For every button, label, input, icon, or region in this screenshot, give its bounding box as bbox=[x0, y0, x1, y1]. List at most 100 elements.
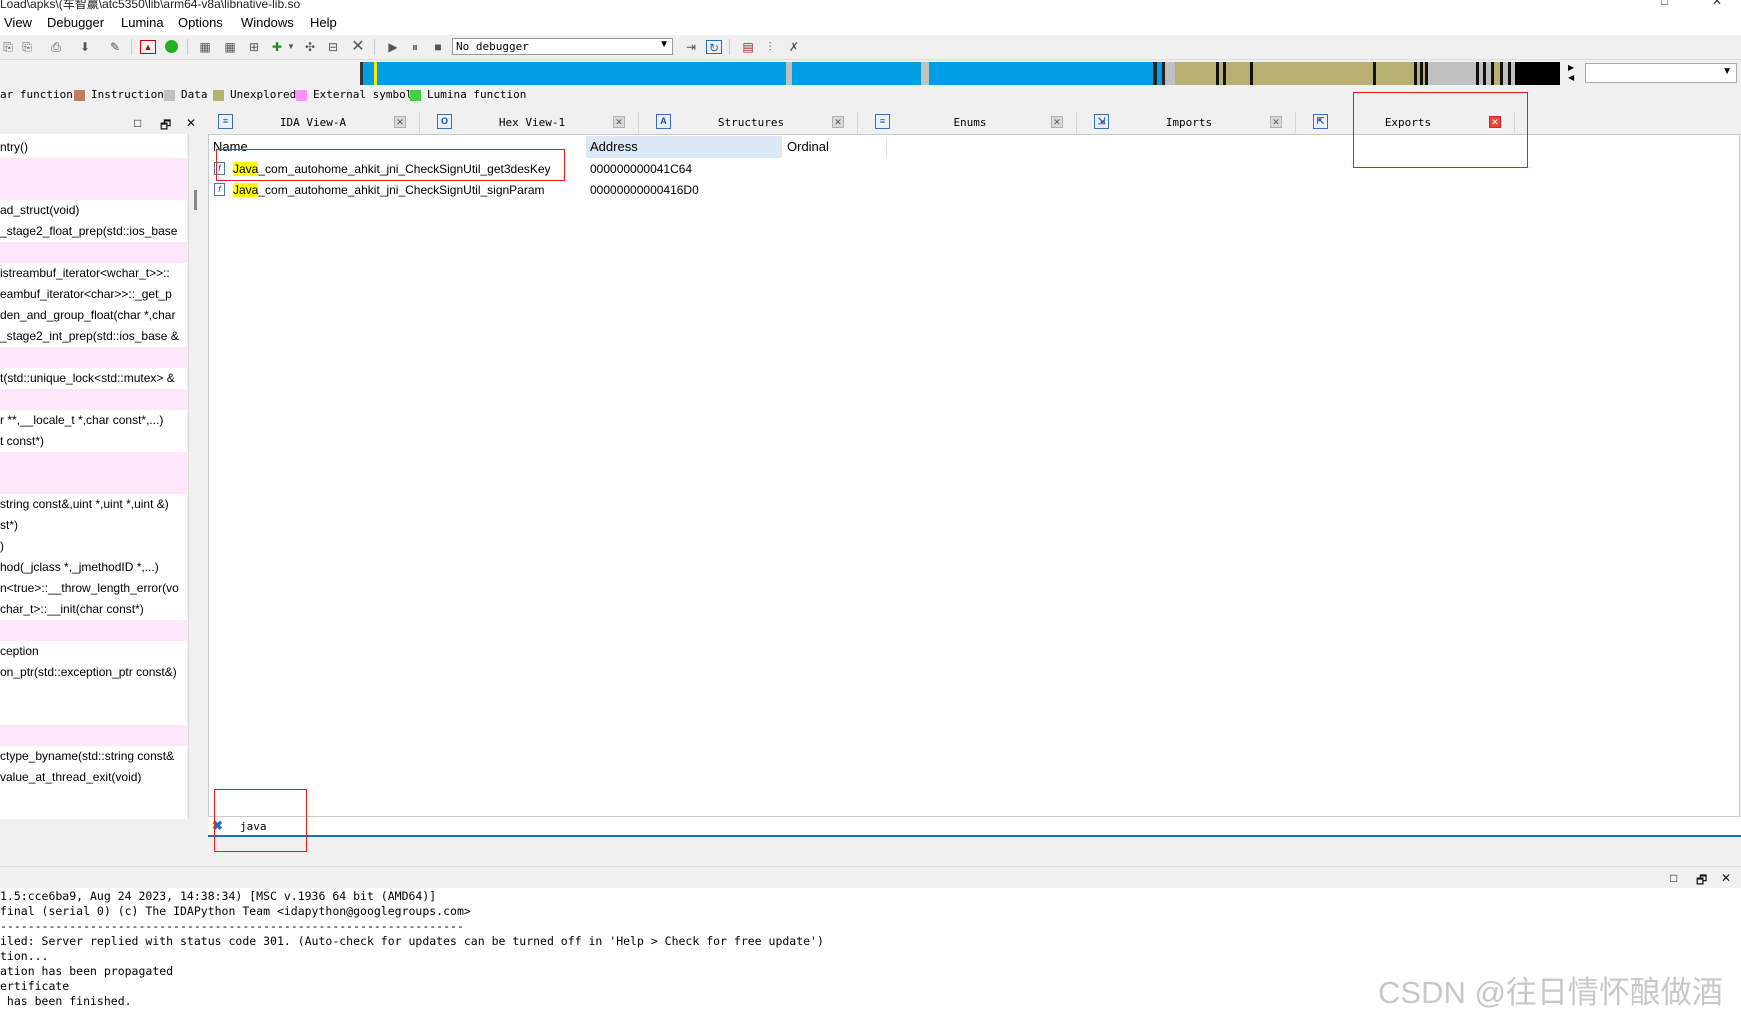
function-row[interactable]: den_and_group_float(char *,char bbox=[0, 305, 187, 326]
function-row[interactable]: value_at_thread_exit(void) bbox=[0, 767, 187, 788]
edit-icon[interactable]: ⊟ bbox=[325, 40, 341, 54]
tab-enums[interactable]: ≡ Enums ✕ bbox=[864, 112, 1077, 133]
copy-icon[interactable]: ⎘ bbox=[19, 40, 35, 54]
column-address[interactable]: Address bbox=[590, 137, 638, 157]
function-row[interactable]: ad_struct(void) bbox=[0, 200, 187, 221]
close-window-button[interactable]: ✕ bbox=[1712, 0, 1722, 8]
pane-close-icon[interactable]: ✕ bbox=[186, 116, 196, 130]
column-ordinal[interactable]: Ordinal bbox=[787, 137, 829, 157]
function-row[interactable]: t(std::unique_lock<std::mutex> & bbox=[0, 368, 187, 389]
nav-arrows[interactable]: ▶ ◀ bbox=[1568, 63, 1578, 85]
function-row[interactable]: t const*) bbox=[0, 431, 187, 452]
pause-icon[interactable]: ⏸ bbox=[407, 40, 423, 54]
function-row[interactable]: st*) bbox=[0, 515, 187, 536]
function-row[interactable]: ntry() bbox=[0, 137, 187, 158]
function-row[interactable]: istreambuf_iterator<wchar_t>>:: bbox=[0, 263, 187, 284]
warning-icon[interactable]: ▲ bbox=[140, 40, 156, 54]
function-row[interactable]: on_ptr(std::exception_ptr const&) bbox=[0, 662, 187, 683]
output-maximize-icon[interactable]: □ bbox=[1670, 871, 1677, 885]
ida-view-icon: ≡ bbox=[218, 114, 233, 129]
legend-swatch bbox=[164, 90, 175, 101]
function-row[interactable] bbox=[0, 242, 187, 263]
toolbar: ⎘ ⎘ ⎙ ⬇ ✎ ▲ ▦ ▦ ⊞ ✚ ▼ ✣ ⊟ ✕ ▶ ⏸ ■ No deb… bbox=[0, 35, 1741, 60]
function-row[interactable]: hod(_jclass *,_jmethodID *,...) bbox=[0, 557, 187, 578]
list-icon[interactable]: ▤ bbox=[740, 40, 756, 54]
structures-icon: A bbox=[656, 114, 671, 129]
function-row[interactable]: r **,__locale_t *,char const*,...) bbox=[0, 410, 187, 431]
code-icon[interactable]: ▦ bbox=[197, 40, 213, 54]
green-status-icon[interactable] bbox=[163, 40, 179, 54]
step-icon[interactable]: ⇥ bbox=[683, 40, 699, 54]
navigation-band[interactable] bbox=[0, 62, 1570, 85]
tab-ida-view[interactable]: ≡ IDA View-A ✕ bbox=[207, 112, 420, 133]
function-row[interactable]: char_t>::__init(char const*) bbox=[0, 599, 187, 620]
breakpoint-icon[interactable]: ✣ bbox=[302, 40, 318, 54]
debugger-select[interactable]: No debugger ▼ bbox=[452, 38, 673, 55]
pane-maximize-icon[interactable]: □ bbox=[134, 116, 141, 130]
download-icon[interactable]: ⬇ bbox=[77, 40, 93, 54]
functions-scrollbar[interactable] bbox=[188, 134, 203, 819]
function-row[interactable] bbox=[0, 158, 187, 179]
output-close-icon[interactable]: ✕ bbox=[1721, 871, 1731, 885]
tab-structures[interactable]: A Structures ✕ bbox=[645, 112, 858, 133]
function-row[interactable] bbox=[0, 704, 187, 725]
clipboard-icon[interactable]: ⎘ bbox=[0, 40, 16, 54]
struct-icon[interactable]: ⊞ bbox=[246, 40, 262, 54]
legend-data: Data bbox=[181, 88, 208, 101]
play-icon[interactable]: ▶ bbox=[385, 40, 401, 54]
menu-view[interactable]: View bbox=[4, 15, 32, 30]
menu-options[interactable]: Options bbox=[178, 15, 223, 30]
data-icon[interactable]: ▦ bbox=[222, 40, 238, 54]
close-tab-icon[interactable]: ✕ bbox=[394, 116, 406, 128]
function-row[interactable]: ctype_byname(std::string const& bbox=[0, 746, 187, 767]
print-icon[interactable]: ⎙ bbox=[48, 40, 64, 54]
function-row[interactable] bbox=[0, 473, 187, 494]
function-row[interactable]: ) bbox=[0, 536, 187, 557]
tab-hex-view[interactable]: O Hex View-1 ✕ bbox=[426, 112, 639, 133]
menu-debugger[interactable]: Debugger bbox=[47, 15, 104, 30]
close-tab-icon[interactable]: ✕ bbox=[832, 116, 844, 128]
cross-icon[interactable]: ✕ bbox=[350, 39, 366, 55]
run-to-icon[interactable]: ↻ bbox=[706, 40, 722, 55]
legend-instruction: Instruction bbox=[91, 88, 164, 101]
graph-icon[interactable]: ⫶ bbox=[762, 40, 778, 54]
function-row[interactable] bbox=[0, 683, 187, 704]
nav-address-combo[interactable]: ▼ bbox=[1585, 63, 1737, 83]
function-row[interactable] bbox=[0, 725, 187, 746]
close-tab-icon[interactable]: ✕ bbox=[1270, 116, 1282, 128]
maximize-button[interactable]: □ bbox=[1661, 0, 1668, 8]
function-row[interactable] bbox=[0, 347, 187, 368]
menu-help[interactable]: Help bbox=[310, 15, 337, 30]
close-tab-icon[interactable]: ✕ bbox=[1051, 116, 1063, 128]
functions-list[interactable]: ntry() ad_struct(void) _stage2_float_prep(… bbox=[0, 134, 187, 819]
exports-panel: Name Address Ordinal f Java_com_autohome_… bbox=[208, 134, 1740, 817]
function-row[interactable]: n<true>::__throw_length_error(vo bbox=[0, 578, 187, 599]
tab-label: IDA View-A bbox=[279, 116, 347, 129]
function-row[interactable]: string const&,uint *,uint *,uint &) bbox=[0, 494, 187, 515]
export-name-rest: _com_autohome_ahkit_jni_CheckSignUtil_si… bbox=[258, 183, 545, 197]
legend-swatch bbox=[296, 90, 307, 101]
stop-icon[interactable]: ■ bbox=[430, 40, 446, 54]
function-row[interactable]: _stage2_int_prep(std::ios_base & bbox=[0, 326, 187, 347]
output-line: tion... bbox=[0, 949, 49, 963]
tab-imports[interactable]: ⇲ Imports ✕ bbox=[1083, 112, 1296, 133]
function-row[interactable] bbox=[0, 620, 187, 641]
close-tab-icon[interactable]: ✕ bbox=[613, 116, 625, 128]
debugger-select-value: No debugger bbox=[456, 40, 529, 53]
export-row[interactable]: f Java_com_autohome_ahkit_jni_CheckSignUt… bbox=[209, 180, 909, 200]
function-row[interactable] bbox=[0, 389, 187, 410]
pencil-icon[interactable]: ✎ bbox=[107, 40, 123, 54]
tab-label: Enums bbox=[953, 116, 987, 129]
function-row[interactable]: _stage2_float_prep(std::ios_base bbox=[0, 221, 187, 242]
chevron-down-icon[interactable]: ▼ bbox=[283, 40, 299, 54]
function-row[interactable] bbox=[0, 179, 187, 200]
menu-windows[interactable]: Windows bbox=[241, 15, 294, 30]
chevron-down-icon: ▼ bbox=[659, 39, 669, 50]
tab-label: Imports bbox=[1165, 116, 1213, 129]
function-row[interactable]: ception bbox=[0, 641, 187, 662]
function-row[interactable]: eambuf_iterator<char>>::_get_p bbox=[0, 284, 187, 305]
output-line: iled: Server replied with status code 30… bbox=[0, 934, 824, 948]
menu-lumina[interactable]: Lumina bbox=[121, 15, 164, 30]
function-row[interactable] bbox=[0, 452, 187, 473]
tools-icon[interactable]: ✗ bbox=[786, 40, 802, 54]
